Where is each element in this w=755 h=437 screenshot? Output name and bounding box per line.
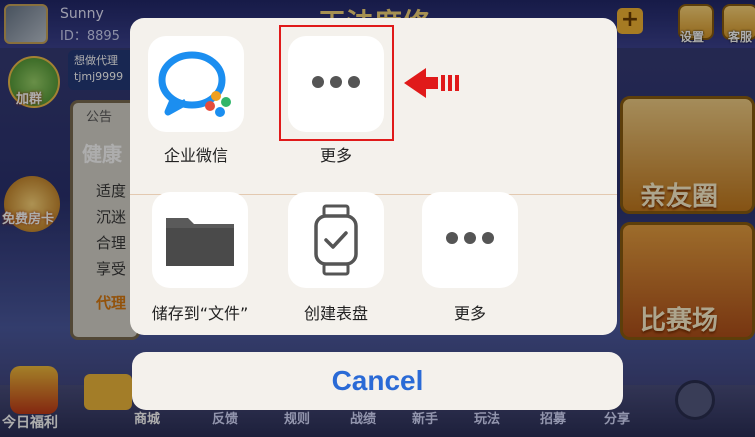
save-to-files-action[interactable]: [152, 192, 248, 288]
cancel-button-label: Cancel: [331, 365, 424, 396]
create-watch-face-action[interactable]: [288, 192, 384, 288]
folder-icon: [166, 218, 234, 266]
share-app-wecom[interactable]: [148, 36, 244, 132]
save-to-files-label: 储存到“文件”: [151, 304, 249, 323]
watch-face-icon: [314, 204, 358, 276]
more-dots-icon: [446, 232, 494, 246]
create-watch-face-label: 创建表盘: [303, 304, 368, 323]
red-arrow-icon: [404, 68, 459, 98]
more-actions[interactable]: [422, 192, 518, 288]
wecom-icon: [158, 51, 231, 117]
highlight-box: [279, 25, 394, 141]
cancel-button[interactable]: Cancel: [132, 352, 623, 410]
share-app-more-label: 更多: [319, 146, 352, 165]
more-actions-label: 更多: [453, 304, 486, 323]
share-app-wecom-label: 企业微信: [163, 146, 228, 165]
